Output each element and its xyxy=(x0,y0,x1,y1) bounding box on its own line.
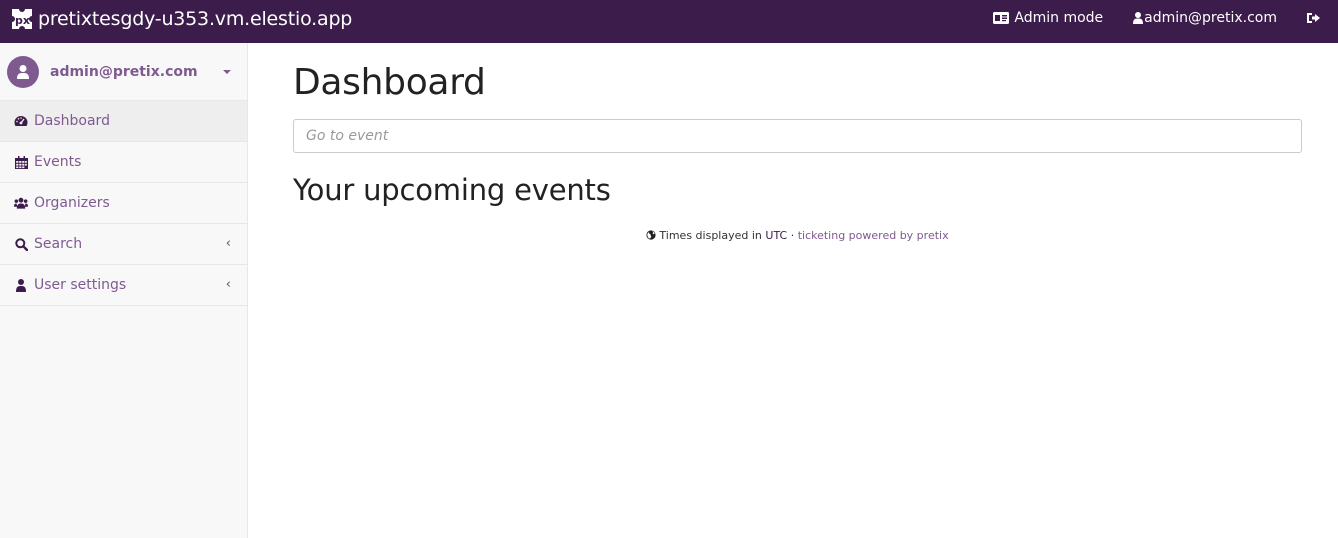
search-icon xyxy=(14,237,28,251)
id-card-icon xyxy=(993,12,1010,24)
sidebar-item-label: Events xyxy=(34,154,82,170)
admin-mode-label: Admin mode xyxy=(1014,10,1104,26)
sidebar-item-label: Dashboard xyxy=(34,113,110,129)
globe-icon xyxy=(646,230,657,243)
sidebar-item-label: User settings xyxy=(34,277,127,293)
sidebar-user-dropdown[interactable]: admin@pretix.com xyxy=(0,43,247,101)
sidebar-item-events[interactable]: Events xyxy=(0,142,247,183)
sidebar-user-name: admin@pretix.com xyxy=(50,63,198,80)
user-icon xyxy=(14,278,28,292)
timezone-label: UTC xyxy=(765,229,788,242)
admin-mode-link[interactable]: Admin mode xyxy=(993,10,1103,26)
pretix-logo-icon: px xyxy=(12,9,32,29)
sign-out-icon xyxy=(1307,12,1320,24)
dashboard-icon xyxy=(14,114,28,128)
footer: Times displayed in UTC · ticketing power… xyxy=(293,229,1302,243)
user-account-link[interactable]: admin@pretix.com xyxy=(1133,10,1277,26)
powered-by-pretix-link[interactable]: ticketing powered by pretix xyxy=(798,229,949,242)
sidebar: admin@pretix.com Dashboard Events Organi… xyxy=(0,43,248,538)
footer-separator: · xyxy=(790,229,795,242)
times-displayed-text: Times displayed in xyxy=(659,229,762,242)
user-avatar-icon xyxy=(17,64,29,79)
go-to-event-input[interactable] xyxy=(293,119,1302,153)
sidebar-item-dashboard[interactable]: Dashboard xyxy=(0,101,247,142)
chevron-left-icon: ‹ xyxy=(225,236,231,251)
sidebar-item-organizers[interactable]: Organizers xyxy=(0,183,247,224)
top-nav-right: Admin mode admin@pretix.com xyxy=(993,0,1338,36)
upcoming-events-heading: Your upcoming events xyxy=(293,173,611,207)
user-email: admin@pretix.com xyxy=(1144,10,1277,26)
page-title: Dashboard xyxy=(293,62,486,103)
sidebar-item-label: Search xyxy=(34,236,83,252)
users-icon xyxy=(14,196,28,210)
caret-down-icon xyxy=(223,70,231,74)
svg-text:px: px xyxy=(15,14,30,27)
site-title: pretixtesgdy-u353.vm.elestio.app xyxy=(38,8,353,30)
top-navbar: px pretixtesgdy-u353.vm.elestio.app Admi… xyxy=(0,0,1338,43)
brand-link[interactable]: px pretixtesgdy-u353.vm.elestio.app xyxy=(12,0,352,38)
logout-button[interactable] xyxy=(1307,12,1320,24)
calendar-icon xyxy=(14,155,28,169)
user-icon xyxy=(1133,12,1144,24)
avatar xyxy=(7,55,39,88)
chevron-left-icon: ‹ xyxy=(225,277,231,292)
sidebar-item-label: Organizers xyxy=(34,195,110,211)
sidebar-item-user-settings[interactable]: User settings ‹ xyxy=(0,265,247,306)
main-content: Dashboard Your upcoming events Times dis… xyxy=(293,43,1302,243)
sidebar-item-search[interactable]: Search ‹ xyxy=(0,224,247,265)
